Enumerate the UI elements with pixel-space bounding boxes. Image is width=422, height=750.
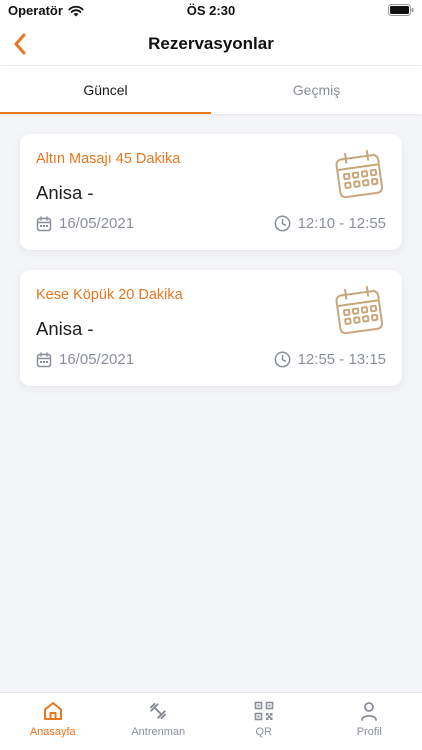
navigation-bar: Rezervasyonlar <box>0 22 422 66</box>
user-icon <box>361 702 378 721</box>
calendar-illustration-icon <box>335 285 384 335</box>
reservation-time: 12:10 - 12:55 <box>274 215 386 232</box>
date-text: 16/05/2021 <box>59 351 135 368</box>
qr-code-icon <box>254 701 274 721</box>
tab-profile-label: Profil <box>356 726 382 738</box>
service-name: Altın Masajı 45 Dakika <box>36 151 181 167</box>
date-text: 16/05/2021 <box>59 215 135 232</box>
tab-training[interactable]: Antrenman <box>106 693 212 750</box>
bottom-tab-bar: Anasayfa Antrenman QR Profil <box>0 692 422 750</box>
tab-qr[interactable]: QR <box>211 693 317 750</box>
tab-profile[interactable]: Profil <box>317 693 422 750</box>
page-title: Rezervasyonlar <box>148 34 274 53</box>
calendar-illustration-icon <box>335 149 384 199</box>
reservations-screen: Operatör ÖS 2:30 Rezervasyonlar Güncel G… <box>0 0 422 750</box>
tab-home-label: Anasayfa <box>29 726 76 738</box>
reservation-card[interactable]: Altın Masajı 45 Dakika Anisa - 16/05/202… <box>20 134 402 250</box>
time-range-text: 12:55 - 13:15 <box>297 351 386 368</box>
tab-past[interactable]: Geçmiş <box>211 66 422 114</box>
tab-qr-label: QR <box>255 726 273 738</box>
tab-home[interactable]: Anasayfa <box>0 693 106 750</box>
reservation-date: 16/05/2021 <box>36 215 134 232</box>
clock-icon <box>274 215 291 232</box>
tab-training-label: Antrenman <box>131 726 186 738</box>
clock-icon <box>274 351 291 368</box>
time-range-text: 12:10 - 12:55 <box>297 215 386 232</box>
home-icon <box>43 702 62 720</box>
service-name: Kese Köpük 20 Dakika <box>36 287 183 303</box>
reservation-tabs: Güncel Geçmiş <box>0 66 422 114</box>
reservation-card[interactable]: Kese Köpük 20 Dakika Anisa - 16/05/2021 <box>20 270 402 386</box>
battery-indicator <box>388 4 414 19</box>
battery-icon <box>388 4 414 16</box>
status-bar: Operatör ÖS 2:30 <box>0 0 422 22</box>
reservation-time: 12:55 - 13:15 <box>274 351 386 368</box>
dumbbell-icon <box>150 702 167 720</box>
person-name: Anisa - <box>36 182 94 203</box>
calendar-small-icon <box>36 351 52 367</box>
calendar-small-icon <box>36 215 52 231</box>
reservation-date: 16/05/2021 <box>36 351 134 368</box>
reservation-list: Altın Masajı 45 Dakika Anisa - 16/05/202… <box>20 134 402 406</box>
status-time: ÖS 2:30 <box>186 3 236 18</box>
tab-current[interactable]: Güncel <box>0 66 211 114</box>
person-name: Anisa - <box>36 318 94 339</box>
